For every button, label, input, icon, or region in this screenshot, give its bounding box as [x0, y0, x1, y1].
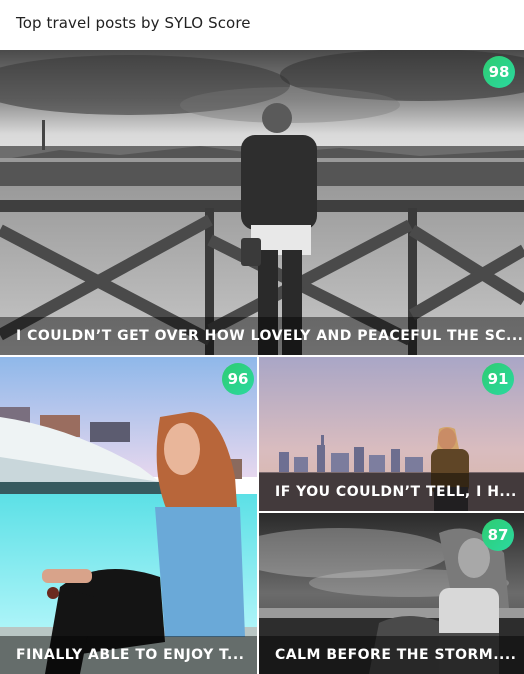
post-tile-pool[interactable]: 96 FINALLY ABLE TO ENJOY T...: [0, 357, 257, 674]
score-value: 98: [488, 63, 510, 81]
sylo-score-badge: 96: [222, 363, 254, 395]
score-value: 96: [227, 370, 249, 388]
page-title: Top travel posts by SYLO Score: [16, 14, 251, 32]
score-value: 91: [487, 370, 509, 388]
post-caption: CALM BEFORE THE STORM....: [259, 636, 524, 674]
post-caption: IF YOU COULDN’T TELL, I H...: [259, 473, 524, 511]
page-header: Top travel posts by SYLO Score: [0, 0, 524, 50]
sylo-score-badge: 98: [483, 56, 515, 88]
post-tile-storm[interactable]: 87 CALM BEFORE THE STORM....: [259, 513, 524, 674]
post-photo: [0, 357, 257, 674]
caption-text: FINALLY ABLE TO ENJOY T...: [16, 647, 245, 663]
score-value: 87: [487, 526, 509, 544]
caption-text: IF YOU COULDN’T TELL, I H...: [275, 484, 517, 500]
post-caption: I COULDN’T GET OVER HOW LOVELY AND PEACE…: [0, 317, 524, 355]
post-tile-lake-pier[interactable]: 98 I COULDN’T GET OVER HOW LOVELY AND PE…: [0, 50, 524, 355]
post-photo: [0, 50, 524, 355]
caption-text: CALM BEFORE THE STORM....: [275, 647, 517, 663]
post-tile-city-skyline[interactable]: 91 IF YOU COULDN’T TELL, I H...: [259, 357, 524, 511]
sylo-score-badge: 87: [482, 519, 514, 551]
post-caption: FINALLY ABLE TO ENJOY T...: [0, 636, 257, 674]
caption-text: I COULDN’T GET OVER HOW LOVELY AND PEACE…: [16, 328, 524, 344]
sylo-score-badge: 91: [482, 363, 514, 395]
